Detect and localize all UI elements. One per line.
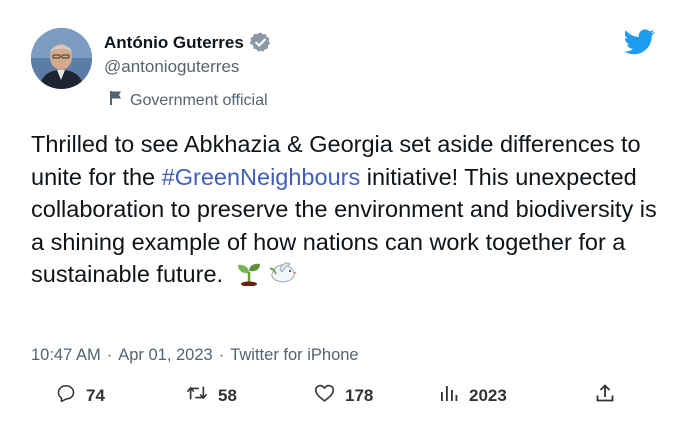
reply-icon	[56, 383, 76, 408]
twitter-bird-icon[interactable]	[624, 29, 655, 60]
retweet-icon	[186, 383, 208, 408]
tweet-source[interactable]: Twitter for iPhone	[230, 346, 358, 365]
tweet-date[interactable]: Apr 01, 2023	[118, 346, 213, 365]
flag-icon	[109, 90, 123, 111]
dove-emoji	[268, 260, 298, 295]
author-display-name[interactable]: António Guterres	[104, 33, 244, 53]
meta-separator: ·	[106, 346, 113, 364]
seedling-emoji	[236, 260, 262, 295]
reply-button[interactable]: 74	[56, 383, 105, 408]
views-button[interactable]: 2023	[439, 383, 507, 408]
author-handle[interactable]: @antonioguterres	[104, 57, 239, 77]
views-chart-icon	[439, 383, 459, 408]
retweet-count: 58	[218, 385, 237, 405]
retweet-button[interactable]: 58	[186, 383, 237, 408]
author-name-row: António Guterres	[104, 31, 272, 54]
reply-count: 74	[86, 385, 105, 405]
meta-separator: ·	[218, 346, 225, 364]
heart-icon	[314, 383, 335, 408]
tweet-meta: 10:47 AM · Apr 01, 2023 · Twitter for iP…	[31, 346, 359, 365]
account-label-text: Government official	[130, 91, 268, 109]
views-count: 2023	[469, 385, 507, 405]
tweet-text: Thrilled to see Abkhazia & Georgia set a…	[31, 128, 671, 295]
account-label: Government official	[109, 90, 268, 111]
share-button[interactable]	[595, 383, 615, 408]
like-count: 178	[345, 385, 374, 405]
like-button[interactable]: 178	[314, 383, 373, 408]
tweet-time[interactable]: 10:47 AM	[31, 346, 101, 365]
share-icon	[595, 383, 615, 408]
avatar[interactable]	[31, 28, 92, 89]
verified-badge-icon	[249, 31, 272, 54]
hashtag-link[interactable]: #GreenNeighbours	[162, 164, 361, 190]
